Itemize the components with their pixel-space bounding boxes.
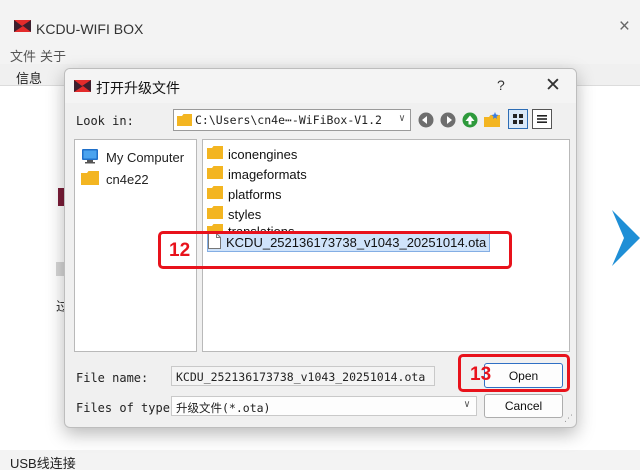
connection-status: USB线连接 bbox=[10, 456, 76, 470]
file-label: styles bbox=[228, 206, 262, 222]
list-item[interactable]: iconengines bbox=[207, 144, 297, 164]
chevron-down-icon: ∨ bbox=[398, 113, 405, 124]
app-logo-icon bbox=[14, 20, 31, 35]
new-folder-icon[interactable] bbox=[482, 110, 502, 130]
look-in-path: C:\Users\cn4e⋯-WiFiBox-V1.2 bbox=[195, 113, 382, 127]
dialog-titlebar: 打开升级文件 ? ✕ bbox=[65, 69, 576, 103]
cancel-button[interactable]: Cancel bbox=[484, 394, 563, 418]
folder-icon bbox=[207, 186, 223, 202]
file-name-label: File name: bbox=[76, 371, 149, 385]
dialog-logo-icon bbox=[74, 80, 91, 95]
detail-view-icon[interactable] bbox=[508, 109, 528, 129]
help-button[interactable]: ? bbox=[497, 77, 505, 93]
next-arrow-icon[interactable] bbox=[612, 210, 640, 269]
list-item[interactable]: imageformats bbox=[207, 164, 307, 184]
menu-bar: 文件 关于 bbox=[0, 44, 640, 64]
up-icon[interactable] bbox=[460, 110, 480, 130]
resize-grip-icon[interactable]: ⋰ bbox=[564, 413, 573, 424]
dialog-title: 打开升级文件 bbox=[96, 80, 180, 96]
chevron-down-icon: ∨ bbox=[463, 399, 470, 410]
file-label: platforms bbox=[228, 186, 282, 202]
folder-icon bbox=[207, 206, 223, 222]
file-name-field[interactable]: KCDU_252136173738_v1043_20251014.ota bbox=[171, 366, 435, 386]
folder-icon bbox=[177, 114, 192, 129]
dialog-close-button[interactable]: ✕ bbox=[545, 74, 561, 97]
annotation-box-step-12 bbox=[158, 231, 512, 269]
file-label: imageformats bbox=[228, 166, 307, 182]
sidebar-item-cn4e22[interactable]: cn4e22 bbox=[81, 171, 149, 188]
computer-icon bbox=[81, 148, 99, 167]
forward-icon[interactable] bbox=[438, 110, 458, 130]
sidebar-item-my-computer[interactable]: My Computer bbox=[81, 148, 184, 167]
back-icon[interactable] bbox=[416, 110, 436, 130]
sidebar-item-label: My Computer bbox=[106, 150, 185, 165]
file-label: iconengines bbox=[228, 146, 298, 162]
menu-about[interactable]: 关于 bbox=[40, 46, 66, 65]
status-bar: USB线连接 bbox=[0, 450, 640, 470]
folder-icon bbox=[207, 166, 223, 182]
tab-info[interactable]: 信息 bbox=[16, 68, 42, 87]
window-close-button[interactable]: × bbox=[619, 17, 630, 36]
list-item[interactable]: platforms bbox=[207, 184, 281, 204]
main-titlebar: KCDU-WIFI BOX × bbox=[0, 0, 640, 44]
folder-icon bbox=[207, 146, 223, 162]
list-item[interactable]: styles bbox=[207, 204, 261, 224]
list-view-icon[interactable] bbox=[532, 109, 552, 129]
annotation-number-13: 13 bbox=[470, 364, 492, 385]
files-of-type-select[interactable]: 升级文件(*.ota) ∨ bbox=[171, 396, 477, 416]
look-in-combo[interactable]: C:\Users\cn4e⋯-WiFiBox-V1.2 ∨ bbox=[173, 109, 411, 131]
sidebar-item-label: cn4e22 bbox=[106, 172, 149, 187]
window-title: KCDU-WIFI BOX bbox=[36, 21, 144, 37]
look-in-label: Look in: bbox=[76, 114, 134, 128]
menu-file[interactable]: 文件 bbox=[10, 46, 36, 65]
folder-icon bbox=[81, 171, 99, 188]
files-of-type-value: 升级文件(*.ota) bbox=[176, 401, 271, 415]
annotation-number-12: 12 bbox=[169, 240, 191, 261]
files-of-type-label: Files of type: bbox=[76, 401, 178, 415]
